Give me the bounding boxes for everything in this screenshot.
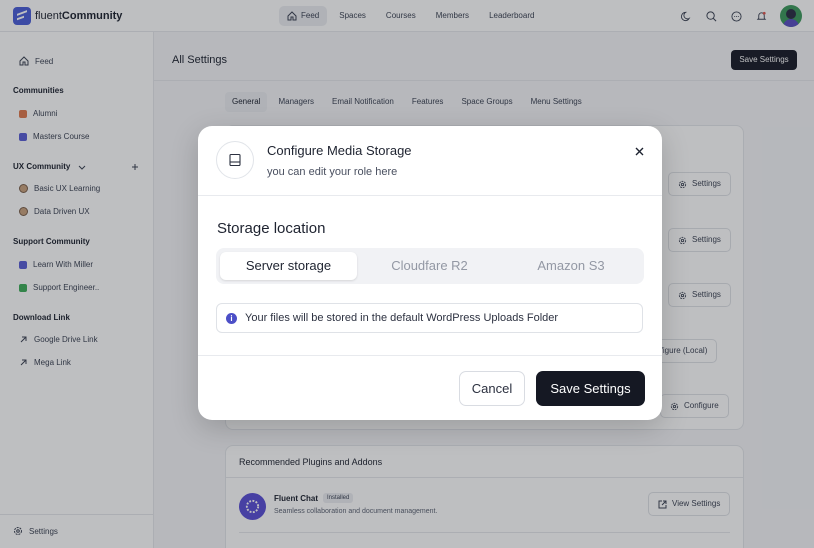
divider bbox=[198, 195, 662, 196]
option-amazon-s3[interactable]: Amazon S3 bbox=[502, 252, 640, 280]
storage-location-label: Storage location bbox=[217, 220, 326, 237]
storage-icon bbox=[216, 141, 254, 179]
option-cloudfare-r2[interactable]: Cloudfare R2 bbox=[361, 252, 498, 280]
divider bbox=[198, 355, 662, 356]
configure-media-storage-modal: Configure Media Storage you can edit you… bbox=[198, 126, 662, 420]
storage-location-selector: Server storage Cloudfare R2 Amazon S3 bbox=[216, 248, 644, 284]
storage-info-message: i Your files will be stored in the defau… bbox=[216, 303, 643, 333]
modal-save-settings-button[interactable]: Save Settings bbox=[536, 371, 645, 406]
info-icon: i bbox=[226, 312, 237, 324]
cancel-button[interactable]: Cancel bbox=[459, 371, 525, 406]
modal-title: Configure Media Storage bbox=[267, 143, 412, 158]
option-server-storage[interactable]: Server storage bbox=[220, 252, 357, 280]
close-icon[interactable] bbox=[632, 144, 646, 158]
modal-subtitle: you can edit your role here bbox=[267, 166, 398, 178]
